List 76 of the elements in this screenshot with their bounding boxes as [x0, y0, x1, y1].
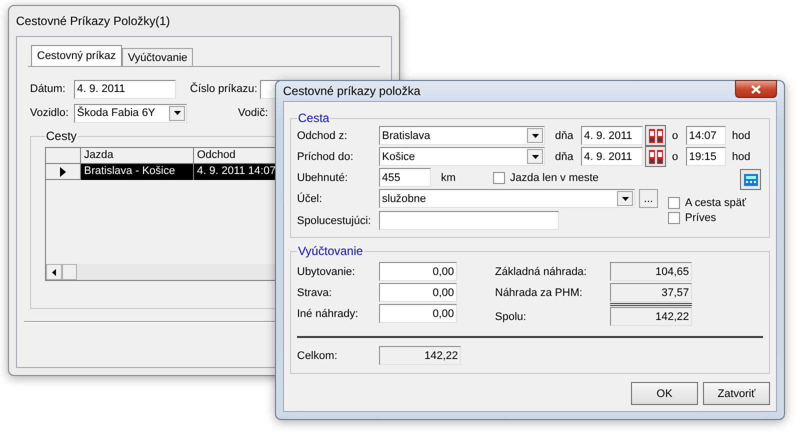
- amount-field[interactable]: 142,22: [610, 307, 692, 326]
- time-field[interactable]: 14:07: [686, 126, 726, 145]
- dropdown-icon[interactable]: [169, 106, 185, 120]
- field-label: dňa: [555, 130, 574, 142]
- checkbox[interactable]: [493, 172, 505, 184]
- date-field[interactable]: 4. 9. 2011: [581, 147, 643, 166]
- field-label: Spolucestujúci:: [297, 214, 372, 226]
- place-combo[interactable]: Bratislava: [379, 126, 545, 145]
- group-title: Cesty: [45, 129, 78, 143]
- date-field[interactable]: 4. 9. 2011: [581, 126, 643, 145]
- field-label: Náhrada za PHM:: [495, 286, 584, 298]
- purpose-combo[interactable]: služobne: [379, 189, 635, 208]
- tab[interactable]: Cestovný príkaz: [31, 45, 122, 66]
- calendar-icon: [648, 148, 664, 164]
- field-label: Vodič:: [237, 107, 268, 119]
- field-label: Spolu:: [495, 310, 528, 322]
- checkbox-label: Príves: [685, 212, 716, 224]
- unit-label: hod: [732, 130, 750, 142]
- dropdown-icon[interactable]: [527, 149, 543, 164]
- calculator-icon: [744, 174, 758, 186]
- amount-field[interactable]: 37,57: [610, 283, 692, 302]
- amount-field[interactable]: 104,65: [610, 262, 692, 281]
- field-label: Základná náhrada:: [495, 266, 588, 278]
- field-label: Dátum:: [30, 83, 66, 95]
- field-label: Účel:: [297, 192, 324, 204]
- unit-label: hod: [732, 150, 750, 162]
- calendar-button[interactable]: [645, 146, 666, 167]
- field-label: o: [672, 130, 680, 142]
- checkbox-label: Jazda len v meste: [510, 172, 599, 184]
- unit-label: km: [441, 172, 457, 184]
- distance-field[interactable]: 455: [379, 168, 431, 187]
- city-only-checkbox[interactable]: Jazda len v meste: [493, 172, 599, 184]
- close-icon[interactable]: [751, 84, 761, 94]
- ok-button[interactable]: OK: [631, 382, 698, 405]
- date-field[interactable]: 4. 9. 2011: [74, 80, 176, 98]
- field-label: Ubehnuté:: [297, 172, 349, 184]
- tab[interactable]: Vyúčtovanie: [122, 48, 194, 66]
- group-title: Vyúčtovanie: [297, 244, 364, 258]
- field-label: Príchod do:: [297, 150, 354, 162]
- calendar-icon: [648, 128, 664, 144]
- window-title: Cestovné Príkazy Položky(1): [16, 14, 170, 28]
- browse-button[interactable]: ...: [639, 189, 658, 208]
- field-label: Číslo príkazu:: [190, 83, 258, 95]
- amount-field[interactable]: 0,00: [379, 262, 457, 281]
- scroll-left-icon[interactable]: [46, 264, 62, 280]
- checkbox[interactable]: [668, 212, 680, 224]
- field-label: o: [672, 150, 680, 162]
- checkbox-label: A cesta späť: [685, 196, 746, 208]
- fellow-travelers-field[interactable]: [379, 211, 559, 230]
- dropdown-icon[interactable]: [617, 191, 633, 206]
- group-title: Cesta: [297, 111, 330, 125]
- dropdown-icon[interactable]: [527, 128, 543, 143]
- field-label: Odchod z:: [297, 130, 348, 142]
- close-dialog-button[interactable]: Zatvoriť: [703, 382, 770, 405]
- checkbox[interactable]: [668, 196, 680, 208]
- trailer-checkbox[interactable]: Príves: [668, 212, 746, 224]
- return-trip-checkbox[interactable]: A cesta späť: [668, 196, 746, 208]
- vehicle-combo[interactable]: Škoda Fabia 6Y: [74, 104, 187, 122]
- amount-field[interactable]: 0,00: [379, 304, 457, 323]
- field-label: Ubytovanie:: [297, 266, 356, 278]
- window-title: Cestovné príkazy položka: [283, 84, 420, 98]
- place-combo[interactable]: Košice: [379, 147, 545, 166]
- table-cell[interactable]: Bratislava - Košice: [81, 164, 194, 180]
- scroll-thumb[interactable]: [62, 264, 77, 280]
- field-label: Vozidlo:: [30, 107, 70, 119]
- field-label: Strava:: [297, 286, 333, 298]
- calendar-button[interactable]: [645, 125, 666, 146]
- time-field[interactable]: 19:15: [686, 147, 726, 166]
- field-label: Iné náhrady:: [297, 308, 360, 320]
- column-header[interactable]: Jazda: [81, 148, 194, 164]
- calculator-button[interactable]: [740, 169, 761, 190]
- amount-field[interactable]: 0,00: [379, 283, 457, 302]
- total-field[interactable]: 142,22: [379, 346, 461, 365]
- field-label: dňa: [555, 150, 574, 162]
- field-label: Celkom:: [297, 350, 338, 362]
- close-button[interactable]: [735, 80, 777, 98]
